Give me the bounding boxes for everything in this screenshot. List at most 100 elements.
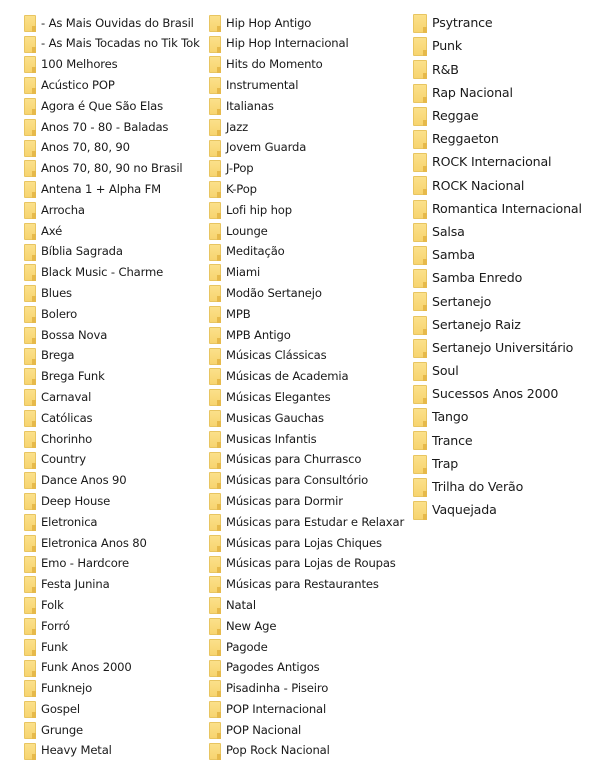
folder-item[interactable]: Agora é Que São Elas <box>24 96 200 117</box>
folder-item[interactable]: Vaquejada <box>413 499 582 522</box>
folder-item[interactable]: Forró <box>24 616 200 637</box>
folder-item[interactable]: Pisadinha - Piseiro <box>209 679 404 700</box>
folder-item[interactable]: - As Mais Ouvidas do Brasil <box>24 13 200 34</box>
folder-item[interactable]: Brega <box>24 346 200 367</box>
folder-item[interactable]: Músicas para Lojas Chiques <box>209 533 404 554</box>
folder-item[interactable]: Soul <box>413 360 582 383</box>
folder-item[interactable]: Deep House <box>24 491 200 512</box>
folder-item[interactable]: Bossa Nova <box>24 325 200 346</box>
folder-item[interactable]: ROCK Internacional <box>413 151 582 174</box>
folder-item[interactable]: Hip Hop Internacional <box>209 34 404 55</box>
folder-item[interactable]: Italianas <box>209 96 404 117</box>
folder-item[interactable]: Instrumental <box>209 75 404 96</box>
folder-item[interactable]: Trance <box>413 429 582 452</box>
folder-item[interactable]: Funk Anos 2000 <box>24 658 200 679</box>
folder-item[interactable]: Trilha do Verão <box>413 476 582 499</box>
folder-item[interactable]: Anos 70, 80, 90 <box>24 138 200 159</box>
folder-item[interactable]: POP Nacional <box>209 720 404 741</box>
folder-name: Arrocha <box>41 202 85 217</box>
folder-item[interactable]: Country <box>24 450 200 471</box>
folder-item[interactable]: Trap <box>413 453 582 476</box>
folder-item[interactable]: - As Mais Tocadas no Tik Tok <box>24 34 200 55</box>
folder-item[interactable]: Rap Nacional <box>413 82 582 105</box>
folder-item[interactable]: Músicas Clássicas <box>209 346 404 367</box>
folder-item[interactable]: Grunge <box>24 720 200 741</box>
folder-item[interactable]: Bíblia Sagrada <box>24 242 200 263</box>
folder-item[interactable]: Pagodes Antigos <box>209 658 404 679</box>
folder-item[interactable]: Anos 70, 80, 90 no Brasil <box>24 159 200 180</box>
folder-item[interactable]: Carnaval <box>24 387 200 408</box>
folder-item[interactable]: Sertanejo Universitário <box>413 337 582 360</box>
folder-item[interactable]: K-Pop <box>209 179 404 200</box>
folder-item[interactable]: Músicas Elegantes <box>209 387 404 408</box>
folder-item[interactable]: Heavy Metal <box>24 741 200 762</box>
folder-item[interactable]: Reggaeton <box>413 128 582 151</box>
folder-icon <box>209 514 221 532</box>
folder-item[interactable]: Emo - Hardcore <box>24 554 200 575</box>
folder-item[interactable]: Músicas de Academia <box>209 367 404 388</box>
folder-item[interactable]: Eletronica Anos 80 <box>24 533 200 554</box>
folder-item[interactable]: Dance Anos 90 <box>24 471 200 492</box>
folder-item[interactable]: Axé <box>24 221 200 242</box>
folder-item[interactable]: Antena 1 + Alpha FM <box>24 179 200 200</box>
folder-item[interactable]: Músicas para Churrasco <box>209 450 404 471</box>
folder-item[interactable]: Arrocha <box>24 200 200 221</box>
folder-item[interactable]: Salsa <box>413 221 582 244</box>
folder-item[interactable]: Sertanejo <box>413 290 582 313</box>
folder-item[interactable]: Musicas Gauchas <box>209 408 404 429</box>
folder-item[interactable]: Eletronica <box>24 512 200 533</box>
folder-item[interactable]: Bolero <box>24 304 200 325</box>
folder-icon <box>209 160 221 178</box>
folder-item[interactable]: Músicas para Consultório <box>209 471 404 492</box>
folder-icon <box>209 118 221 136</box>
folder-item[interactable]: Sertanejo Raiz <box>413 313 582 336</box>
folder-item[interactable]: MPB Antigo <box>209 325 404 346</box>
folder-item[interactable]: Tango <box>413 406 582 429</box>
folder-item[interactable]: Jovem Guarda <box>209 138 404 159</box>
folder-name: Sertanejo Raiz <box>432 316 521 332</box>
folder-item[interactable]: Reggae <box>413 105 582 128</box>
folder-item[interactable]: Lofi hip hop <box>209 200 404 221</box>
folder-item[interactable]: Hits do Momento <box>209 55 404 76</box>
folder-item[interactable]: Punk <box>413 35 582 58</box>
folder-item[interactable]: Black Music - Charme <box>24 263 200 284</box>
folder-item[interactable]: Funknejo <box>24 679 200 700</box>
folder-item[interactable]: Natal <box>209 595 404 616</box>
folder-item[interactable]: Funk <box>24 637 200 658</box>
folder-item[interactable]: Blues <box>24 283 200 304</box>
folder-item[interactable]: Psytrance <box>413 12 582 35</box>
folder-item[interactable]: Lounge <box>209 221 404 242</box>
folder-item[interactable]: Musicas Infantis <box>209 429 404 450</box>
folder-item[interactable]: MPB <box>209 304 404 325</box>
folder-item[interactable]: Brega Funk <box>24 367 200 388</box>
folder-item[interactable]: Anos 70 - 80 - Baladas <box>24 117 200 138</box>
folder-item[interactable]: R&B <box>413 58 582 81</box>
folder-item[interactable]: ROCK Nacional <box>413 174 582 197</box>
folder-item[interactable]: Romantica Internacional <box>413 198 582 221</box>
folder-item[interactable]: Folk <box>24 595 200 616</box>
folder-item[interactable]: Músicas para Lojas de Roupas <box>209 554 404 575</box>
folder-item[interactable]: Chorinho <box>24 429 200 450</box>
folder-item[interactable]: Gospel <box>24 699 200 720</box>
folder-item[interactable]: Pagode <box>209 637 404 658</box>
folder-item[interactable]: Samba Enredo <box>413 267 582 290</box>
folder-item[interactable]: Miami <box>209 263 404 284</box>
folder-name: Jazz <box>226 119 249 134</box>
folder-item[interactable]: Músicas para Restaurantes <box>209 575 404 596</box>
folder-item[interactable]: Modão Sertanejo <box>209 283 404 304</box>
folder-item[interactable]: Pop Rock Nacional <box>209 741 404 762</box>
folder-item[interactable]: Hip Hop Antigo <box>209 13 404 34</box>
folder-item[interactable]: Meditação <box>209 242 404 263</box>
folder-item[interactable]: Músicas para Estudar e Relaxar <box>209 512 404 533</box>
folder-item[interactable]: Acústico POP <box>24 75 200 96</box>
folder-item[interactable]: Jazz <box>209 117 404 138</box>
folder-item[interactable]: Festa Junina <box>24 575 200 596</box>
folder-item[interactable]: Samba <box>413 244 582 267</box>
folder-item[interactable]: POP Internacional <box>209 699 404 720</box>
folder-item[interactable]: J-Pop <box>209 159 404 180</box>
folder-item[interactable]: 100 Melhores <box>24 55 200 76</box>
folder-item[interactable]: Sucessos Anos 2000 <box>413 383 582 406</box>
folder-item[interactable]: Católicas <box>24 408 200 429</box>
folder-item[interactable]: New Age <box>209 616 404 637</box>
folder-item[interactable]: Músicas para Dormir <box>209 491 404 512</box>
